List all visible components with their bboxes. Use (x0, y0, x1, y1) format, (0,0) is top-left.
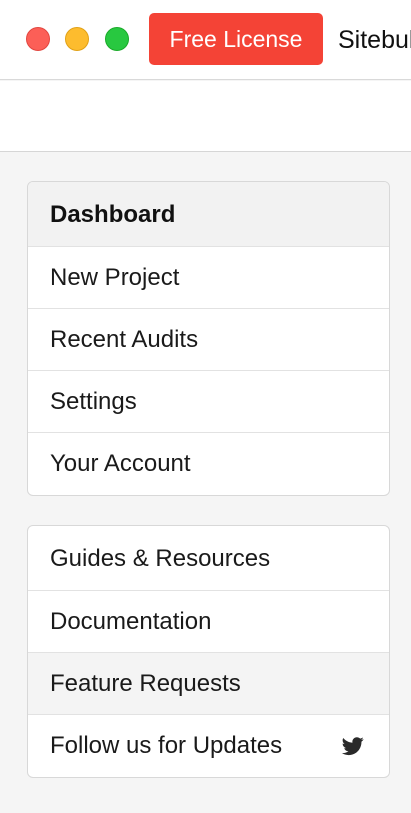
primary-nav-panel: Dashboard New Project Recent Audits Sett… (27, 181, 390, 496)
nav-item-label: Settings (50, 388, 137, 415)
secondary-nav-panel: Guides & Resources Documentation Feature… (27, 525, 390, 778)
nav-item-documentation[interactable]: Documentation (28, 591, 389, 653)
nav-item-follow-updates[interactable]: Follow us for Updates (28, 715, 389, 777)
toolbar (0, 81, 411, 152)
nav-item-settings[interactable]: Settings (28, 371, 389, 433)
free-license-button[interactable]: Free License (149, 13, 323, 65)
nav-item-label: Your Account (50, 450, 191, 477)
nav-item-label: Follow us for Updates (50, 732, 283, 759)
nav-item-label: Recent Audits (50, 326, 199, 353)
nav-item-label: Dashboard (50, 201, 176, 228)
nav-item-your-account[interactable]: Your Account (28, 433, 389, 495)
minimize-window-button[interactable] (65, 27, 89, 51)
nav-item-dashboard[interactable]: Dashboard (28, 182, 389, 247)
nav-item-new-project[interactable]: New Project (28, 247, 389, 309)
app-title: Sitebulb (338, 26, 411, 54)
twitter-icon (341, 737, 364, 756)
nav-item-label: Documentation (50, 608, 212, 635)
nav-item-guides-resources[interactable]: Guides & Resources (28, 526, 389, 591)
zoom-window-button[interactable] (105, 27, 129, 51)
nav-item-label: Guides & Resources (50, 545, 271, 572)
close-window-button[interactable] (26, 27, 50, 51)
nav-item-feature-requests[interactable]: Feature Requests (28, 653, 389, 715)
nav-item-recent-audits[interactable]: Recent Audits (28, 309, 389, 371)
nav-item-label: New Project (50, 264, 180, 291)
title-bar: Free License Sitebulb (0, 0, 411, 80)
nav-item-label: Feature Requests (50, 670, 241, 697)
